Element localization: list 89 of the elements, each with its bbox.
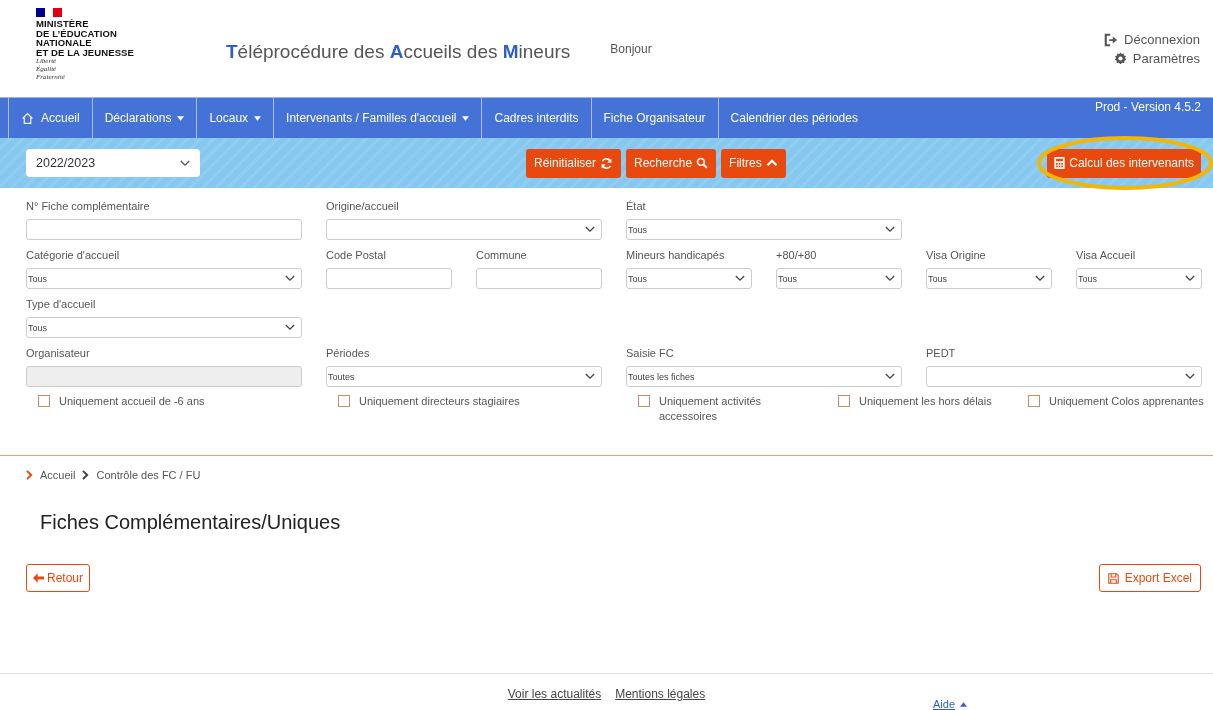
logout-link[interactable]: Déconnexion — [1104, 32, 1200, 47]
field-label: Mineurs handicapés — [626, 249, 726, 262]
ministry-name: ET DE LA JEUNESSE — [36, 47, 135, 57]
field-label: Catégorie d'accueil — [26, 249, 121, 262]
chevron-down-icon — [285, 324, 295, 331]
chevron-down-icon — [885, 275, 895, 282]
ministry-name: MINISTÈRE — [36, 19, 90, 29]
checkbox-label: Uniquement activités accessoires — [659, 394, 763, 424]
field-label: +80/+80 — [776, 249, 818, 262]
ministry-name: NATIONALE — [36, 38, 93, 48]
field-label: Périodes — [326, 347, 371, 360]
chevron-down-icon — [1035, 275, 1045, 282]
help-link[interactable]: Aide — [933, 698, 968, 710]
ministry-name: DE L’ÉDUCATION — [36, 28, 118, 38]
checkbox-label: Uniquement Colos apprenantes — [1049, 394, 1204, 409]
refresh-icon — [600, 156, 614, 170]
checkbox[interactable] — [1028, 395, 1040, 407]
field-label: Organisateur — [26, 347, 91, 360]
home-icon — [21, 111, 34, 125]
chevron-down-icon — [885, 226, 895, 233]
chevron-down-icon — [1185, 275, 1195, 282]
field-label: N° Fiche complémentaire — [26, 200, 151, 213]
footer-link[interactable]: Voir les actualités — [507, 687, 602, 709]
checkbox[interactable] — [38, 395, 50, 407]
reset-button[interactable]: Réinitialiser — [526, 148, 622, 178]
save-icon — [1107, 572, 1119, 584]
calculate-button[interactable]: Calcul des intervenants — [1047, 148, 1201, 178]
input-field[interactable] — [476, 268, 602, 289]
input-field[interactable] — [26, 219, 302, 240]
checkbox[interactable] — [838, 395, 850, 407]
checkbox[interactable] — [638, 395, 650, 407]
field-label: Origine/accueil — [326, 200, 400, 213]
field-label: Code Postal — [326, 249, 387, 262]
site-title: Téléprocédure des Accueils des Mineurs — [226, 41, 571, 63]
arrow-left-icon — [33, 573, 44, 583]
chevron-down-icon — [1185, 373, 1195, 380]
field-label: Type d'accueil — [26, 298, 97, 311]
select-field[interactable] — [326, 219, 602, 240]
flag-icon — [36, 8, 62, 17]
checkbox[interactable] — [338, 395, 350, 407]
search-icon — [696, 157, 709, 169]
select-field[interactable]: Tous — [626, 219, 902, 240]
caret-up-icon — [960, 701, 968, 707]
breadcrumb-link[interactable]: Contrôle des FC / FU — [96, 469, 201, 481]
chevron-down-icon — [285, 275, 295, 282]
select-field[interactable]: Toutes les fiches — [626, 366, 902, 387]
field-label: Commune — [476, 249, 528, 262]
back-button[interactable]: Retour — [26, 564, 91, 592]
page-heading: Fiches Complémentaires/Uniques — [40, 510, 342, 534]
calculator-icon — [1054, 157, 1066, 169]
greeting: Bonjour — [610, 42, 652, 56]
year-select[interactable]: 2022/2023 — [26, 149, 200, 177]
chevron-down-icon — [885, 373, 895, 380]
select-field[interactable]: Tous — [776, 268, 902, 289]
field-label: Saisie FC — [626, 347, 675, 360]
chevron-down-icon — [585, 226, 595, 233]
checkbox-label: Uniquement accueil de -6 ans — [59, 394, 205, 409]
field-label: Visa Origine — [926, 249, 987, 262]
chevron-down-icon — [180, 159, 190, 167]
caret-icon — [462, 115, 470, 121]
checkbox-label: Uniquement les hors délais — [859, 394, 992, 409]
select-field[interactable]: Toutes — [326, 366, 602, 387]
breadcrumb-link[interactable]: Accueil — [40, 469, 76, 481]
select-field[interactable]: Tous — [626, 268, 752, 289]
search-button[interactable]: Recherche — [626, 148, 717, 178]
caret-icon — [177, 115, 185, 121]
chevron-right-icon — [82, 470, 90, 480]
caret-icon — [254, 115, 262, 121]
logout-icon — [1104, 32, 1119, 47]
checkbox-label: Uniquement directeurs stagiaires — [359, 394, 520, 409]
settings-link[interactable]: Paramètres — [1113, 51, 1200, 66]
gear-icon — [1113, 52, 1127, 65]
input-field[interactable] — [326, 268, 452, 289]
footer-link[interactable]: Mentions légales — [615, 687, 706, 709]
version-label: Prod - Version 4.5.2 — [1094, 99, 1202, 116]
chevron-down-icon — [735, 275, 745, 282]
chevron-down-icon — [585, 373, 595, 380]
field-label: État — [626, 200, 647, 213]
select-field[interactable]: Tous — [1076, 268, 1202, 289]
select-field[interactable]: Tous — [926, 268, 1052, 289]
export-button[interactable]: Export Excel — [1098, 564, 1201, 592]
select-field[interactable] — [926, 366, 1202, 387]
chevron-right-icon — [26, 470, 33, 480]
field-label: Visa Accueil — [1076, 249, 1137, 262]
field-label: PEDT — [926, 347, 957, 360]
select-field[interactable]: Tous — [26, 317, 302, 338]
chevron-up-icon — [765, 157, 778, 169]
filters-button[interactable]: Filtres — [721, 148, 786, 178]
select-field[interactable]: Tous — [26, 268, 302, 289]
